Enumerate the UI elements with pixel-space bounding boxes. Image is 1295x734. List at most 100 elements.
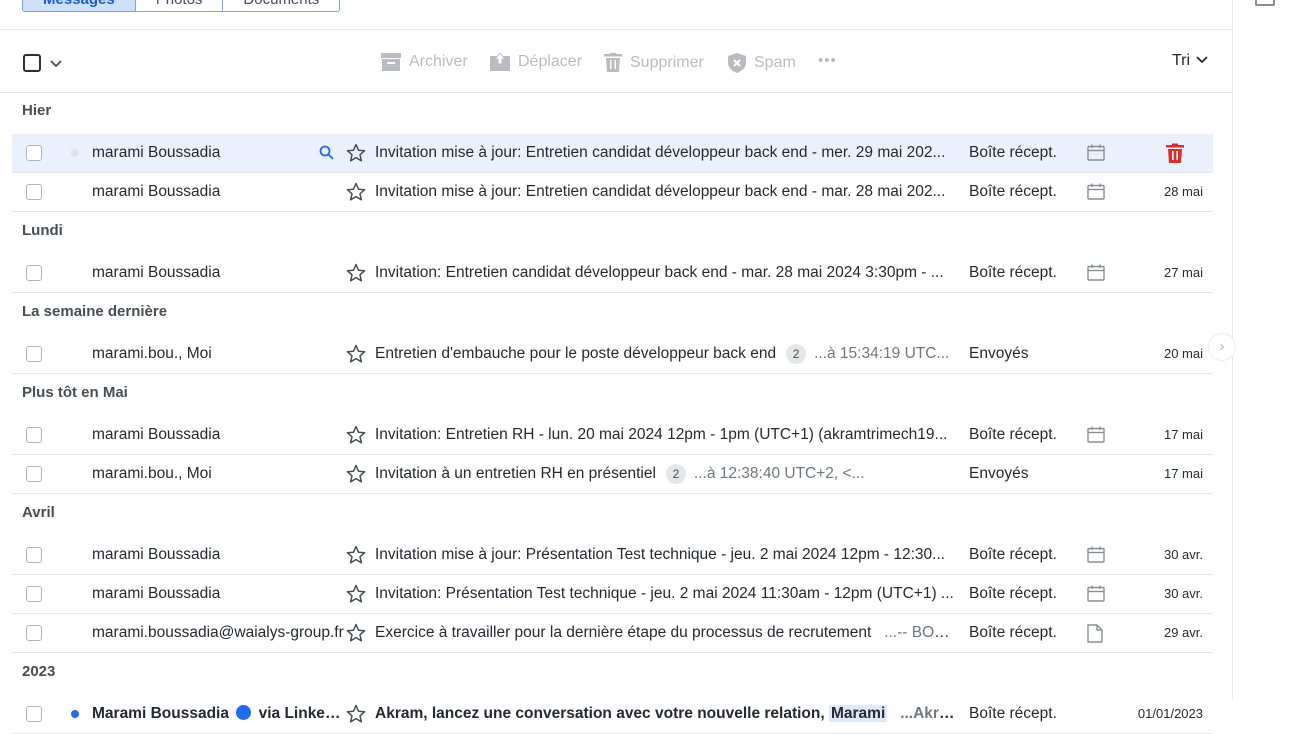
star-icon[interactable] [346,545,366,570]
folder-label: Boîte récept. [969,624,1057,641]
delete-label: Supprimer [630,53,704,71]
message-checkbox[interactable] [26,547,42,563]
more-options-button[interactable]: ••• [818,52,837,69]
star-icon[interactable] [346,464,366,489]
message-date: 30 avr. [1163,586,1203,601]
thread-count-badge: 2 [786,343,807,364]
message-checkbox[interactable] [26,706,42,722]
folder-label: Boîte récept. [969,585,1057,602]
spam-label: Spam [754,54,796,71]
right-side-panel [1232,0,1295,699]
archive-button[interactable]: Archiver [381,53,468,71]
star-icon[interactable] [346,182,366,207]
star-icon[interactable] [346,623,366,648]
message-checkbox[interactable] [26,586,42,602]
move-button[interactable]: Déplacer [490,53,582,71]
message-row[interactable]: marami.bou., Moi Entretien d'embauche pou… [12,335,1213,374]
folder-label: Boîte récept. [969,264,1057,281]
tab-messages[interactable]: Messages [22,0,136,12]
calendar-icon [1087,264,1105,286]
message-list: Hier marami Boussadia Invitation mise à jo… [12,92,1213,734]
message-date: 17 mai [1163,427,1203,442]
delete-button[interactable]: Supprimer [604,53,704,72]
star-icon[interactable] [346,704,366,729]
message-subject: Invitation mise à jour: Présentation Tes… [375,546,946,563]
sender-name: marami Boussadia [92,183,221,200]
message-checkbox[interactable] [26,184,42,200]
message-toolbar: Archiver Déplacer Supprimer Spam ••• Tri [0,30,1232,93]
message-subject: Exercice à travailler pour la dernière é… [375,614,955,652]
message-checkbox[interactable] [26,466,42,482]
message-row[interactable]: marami.boussadia@waialys-group.fr Exercic… [12,614,1213,653]
message-date: 30 avr. [1163,547,1203,562]
archive-icon [381,53,401,71]
delete-message-icon[interactable] [1165,143,1185,168]
unread-dot[interactable] [71,710,79,718]
folder-label: Boîte récept. [969,705,1057,722]
thread-count-badge: 2 [665,463,686,484]
date-group-header: Lundi [22,222,63,239]
message-subject: Akram, lancez une conversation avec votr… [375,695,955,733]
message-date: 29 avr. [1163,625,1203,640]
select-all-checkbox[interactable] [23,54,41,72]
sender-name: marami.bou., Moi [92,345,212,362]
unread-dot[interactable] [71,149,79,157]
star-icon[interactable] [346,425,366,450]
sort-label: Tri [1172,52,1191,69]
message-checkbox[interactable] [26,145,42,161]
star-icon[interactable] [346,344,366,369]
sender-name: marami Boussadia [92,585,221,602]
calendar-icon [1087,183,1105,205]
view-tabs: Messages Photos Documents [22,0,341,12]
move-label: Déplacer [518,53,583,70]
sender-name: marami Boussadia [92,144,221,161]
highlighted-term: Marami [828,705,888,722]
folder-label: Envoyés [969,465,1029,482]
folder-label: Boîte récept. [969,183,1057,200]
message-checkbox[interactable] [26,265,42,281]
message-row[interactable]: marami Boussadia Invitation: Présentation… [12,575,1213,614]
star-icon[interactable] [346,143,366,168]
message-snippet: ...-- BOU... [884,624,955,641]
message-checkbox[interactable] [26,346,42,362]
message-row[interactable]: marami Boussadia Invitation mise à jour: … [12,173,1213,212]
date-group-header: 2023 [22,663,56,680]
message-snippet: ...à 12:38:40 UTC+2, <... [693,465,865,482]
search-icon[interactable] [319,145,334,165]
message-row[interactable]: marami Boussadia Invitation: Entretien ca… [12,254,1213,293]
message-subject: Entretien d'embauche pour le poste dével… [375,343,950,364]
date-group-header: Hier [22,102,52,119]
message-checkbox[interactable] [26,625,42,641]
message-row[interactable]: marami Boussadia Invitation: Entretien RH… [12,416,1213,455]
spam-button[interactable]: Spam [728,53,796,73]
folder-label: Boîte récept. [969,546,1057,563]
move-icon [490,53,510,71]
panel-icon[interactable] [1255,0,1275,6]
calendar-icon [1087,144,1105,166]
message-date: 27 mai [1163,265,1203,280]
sort-button[interactable]: Tri [1172,52,1208,70]
calendar-icon [1087,426,1105,448]
tab-documents[interactable]: Documents [223,0,341,12]
chevron-down-icon[interactable] [50,54,62,77]
star-icon[interactable] [346,584,366,609]
folder-label: Boîte récept. [969,144,1057,161]
verified-badge-icon [236,705,252,720]
sender-name: Marami Boussadia via Linked... [92,705,347,722]
sender-name: marami Boussadia [92,264,221,281]
shield-icon [728,53,746,73]
message-checkbox[interactable] [26,427,42,443]
message-row[interactable]: marami Boussadia Invitation mise à jour: … [12,536,1213,575]
message-row[interactable]: Marami Boussadia via Linked... Akram, lan… [12,695,1213,734]
tab-photos[interactable]: Photos [135,0,224,12]
message-row[interactable]: marami.bou., Moi Invitation à un entretie… [12,455,1213,494]
message-date: 01/01/2023 [1137,706,1203,721]
message-subject: Invitation: Présentation Test technique … [375,585,954,602]
star-icon[interactable] [346,263,366,288]
date-group-header: Avril [22,504,55,521]
date-group-header: La semaine dernière [22,303,168,320]
message-subject: Invitation mise à jour: Entretien candid… [375,183,946,200]
message-date: 20 mai [1163,346,1203,361]
message-row[interactable]: marami Boussadia Invitation mise à jour: … [12,134,1213,173]
message-snippet: ...Akra... [900,705,955,722]
